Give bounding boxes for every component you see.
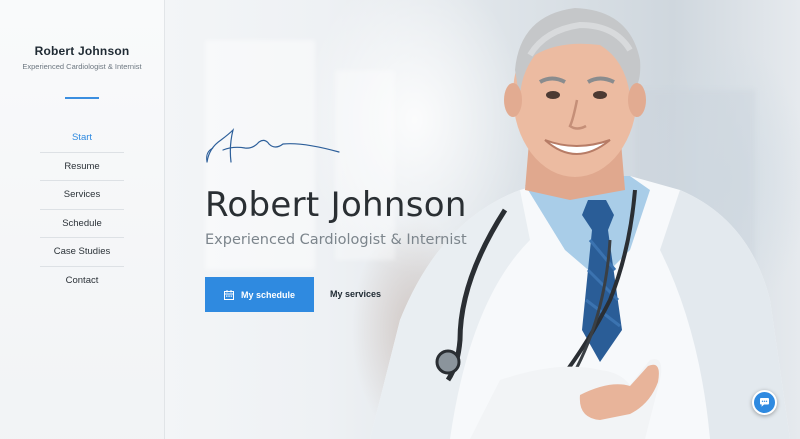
sidebar-menu: Start Resume Services Schedule Case Stud…	[0, 124, 164, 295]
hero-name: Robert Johnson	[205, 185, 467, 225]
sidebar: Robert Johnson Experienced Cardiologist …	[0, 0, 165, 439]
signature-graphic	[206, 128, 340, 163]
menu-item-case-studies[interactable]: Case Studies	[40, 238, 124, 267]
sidebar-subtitle: Experienced Cardiologist & Internist	[22, 62, 142, 71]
chat-bubble-icon	[760, 398, 769, 407]
menu-item-services[interactable]: Services	[40, 181, 124, 210]
chat-widget-button[interactable]	[752, 390, 777, 415]
hero-subtitle: Experienced Cardiologist & Internist	[205, 232, 467, 248]
sidebar-name: Robert Johnson	[34, 44, 130, 58]
my-schedule-button[interactable]: My schedule	[205, 277, 314, 312]
menu-item-resume[interactable]: Resume	[40, 153, 124, 181]
my-schedule-label: My schedule	[240, 289, 296, 300]
calendar-icon	[223, 289, 234, 300]
accent-divider	[65, 97, 99, 99]
menu-item-schedule[interactable]: Schedule	[40, 210, 124, 238]
my-services-button[interactable]: My services	[330, 277, 381, 312]
menu-item-start[interactable]: Start	[40, 124, 124, 153]
menu-item-contact[interactable]: Contact	[40, 267, 124, 296]
